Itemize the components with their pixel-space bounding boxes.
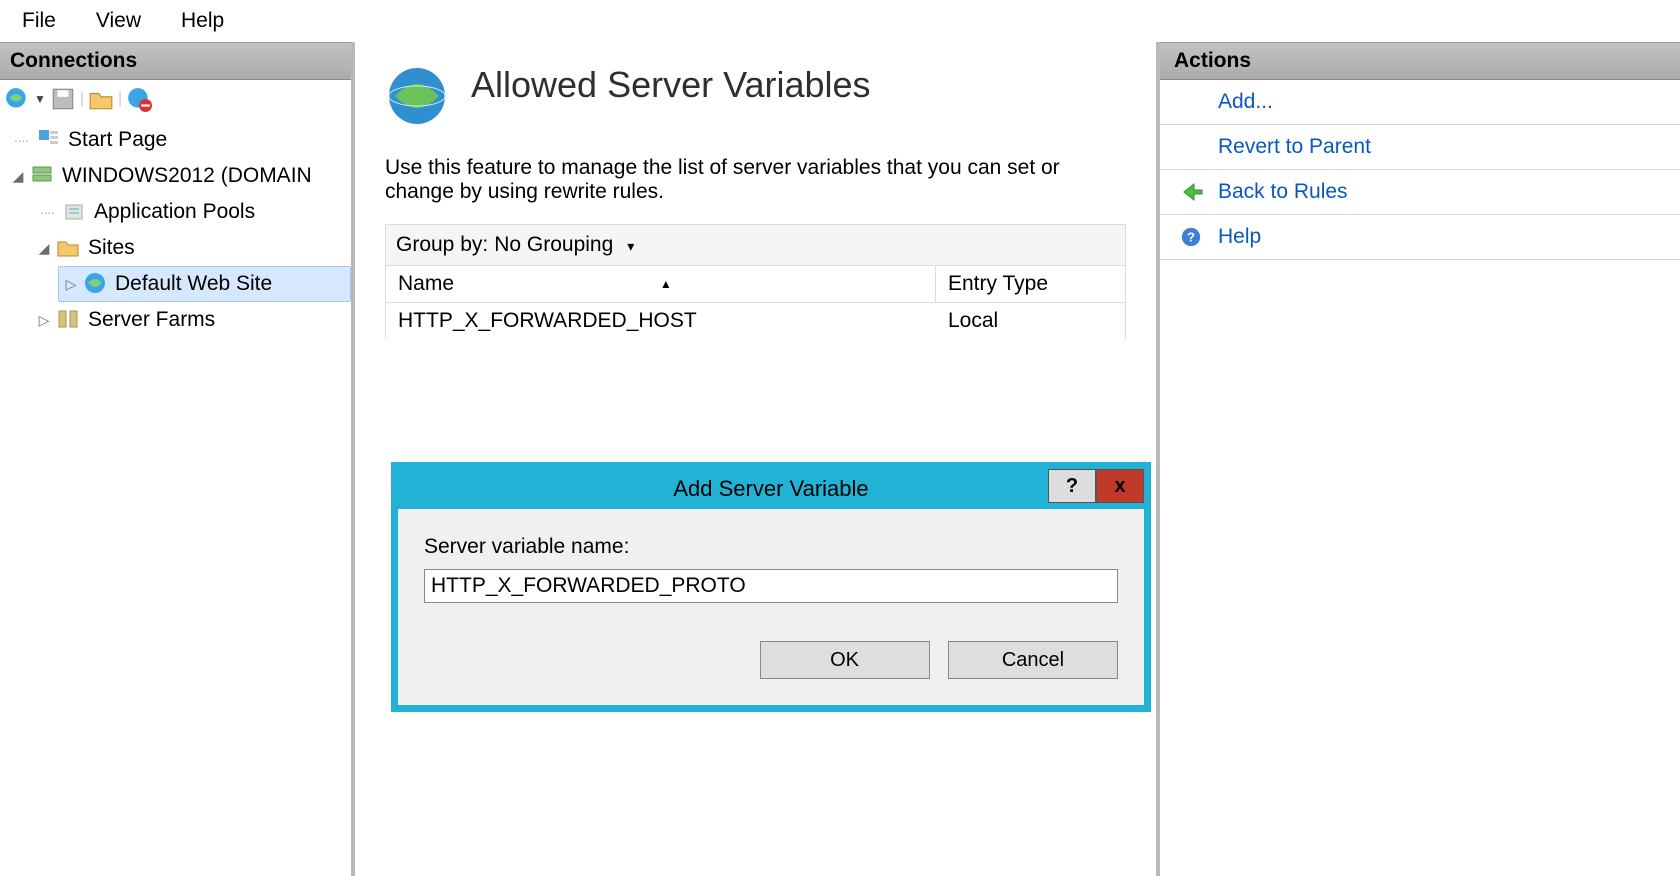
app-pools-icon <box>62 199 88 225</box>
cancel-button[interactable]: Cancel <box>948 641 1118 679</box>
sites-icon <box>56 235 82 261</box>
back-arrow-icon <box>1180 180 1206 204</box>
column-name[interactable]: Name ▲ <box>386 266 936 302</box>
tree-label: WINDOWS2012 (DOMAIN <box>62 164 312 188</box>
column-entry-type[interactable]: Entry Type <box>936 266 1125 302</box>
server-variable-name-label: Server variable name: <box>424 535 1118 559</box>
content-panel: Allowed Server Variables Use this featur… <box>355 42 1160 876</box>
group-by-bar: Group by: No Grouping▾ <box>385 224 1126 266</box>
server-variable-name-input[interactable] <box>424 569 1118 603</box>
page-description: Use this feature to manage the list of s… <box>385 156 1115 204</box>
dialog-help-button[interactable]: ? <box>1048 469 1096 503</box>
chevron-down-icon: ▾ <box>627 238 634 254</box>
tree-start-page[interactable]: ···· Start Page <box>6 122 351 158</box>
collapse-icon[interactable]: ◢ <box>6 168 30 185</box>
sort-ascending-icon: ▲ <box>660 277 672 291</box>
page-title: Allowed Server Variables <box>471 64 871 106</box>
tree-sites[interactable]: ◢ Sites <box>6 230 351 266</box>
open-icon[interactable] <box>88 86 114 112</box>
table-row[interactable]: HTTP_X_FORWARDED_HOST Local <box>386 303 1125 339</box>
tree-server[interactable]: ◢ WINDOWS2012 (DOMAIN <box>6 158 351 194</box>
menubar: File View Help <box>0 0 1680 42</box>
connections-toolbar: ▼ | | <box>0 80 351 118</box>
farm-icon <box>56 307 82 333</box>
variables-grid: Name ▲ Entry Type HTTP_X_FORWARDED_HOST … <box>385 266 1126 339</box>
help-icon: ? <box>1180 226 1206 248</box>
tree-label: Sites <box>88 236 135 260</box>
svg-text:?: ? <box>1187 230 1195 245</box>
tree-server-farms[interactable]: ▷ Server Farms <box>6 302 351 338</box>
globe-icon <box>83 271 109 297</box>
start-page-icon <box>36 127 62 153</box>
collapse-icon[interactable]: ◢ <box>32 240 56 257</box>
tree-label: Default Web Site <box>115 272 272 296</box>
menu-file[interactable]: File <box>22 9 56 33</box>
dialog-close-button[interactable]: x <box>1096 469 1144 503</box>
cell-entry-type: Local <box>936 309 1125 333</box>
expand-icon[interactable]: ▷ <box>32 312 56 329</box>
stop-icon[interactable] <box>126 86 152 112</box>
add-server-variable-dialog: Add Server Variable ? x Server variable … <box>391 462 1151 712</box>
connections-tree: ···· Start Page ◢ WINDOWS2012 (DOMAIN ··… <box>0 118 351 338</box>
dialog-title: Add Server Variable <box>673 476 868 502</box>
connections-panel: Connections ▼ | | ···· <box>0 42 355 876</box>
menu-help[interactable]: Help <box>181 9 224 33</box>
group-by-label: Group by: <box>396 233 488 257</box>
connections-header: Connections <box>0 42 351 80</box>
dropdown-arrow-icon[interactable]: ▼ <box>34 92 46 106</box>
actions-header: Actions <box>1160 42 1680 80</box>
expand-icon[interactable]: ▷ <box>59 276 83 293</box>
action-revert-to-parent[interactable]: Revert to Parent <box>1160 125 1680 170</box>
server-icon <box>30 163 56 189</box>
cell-name: HTTP_X_FORWARDED_HOST <box>386 309 936 333</box>
tree-label: Server Farms <box>88 308 215 332</box>
save-icon[interactable] <box>50 86 76 112</box>
globe-icon <box>385 64 449 128</box>
action-help[interactable]: ? Help <box>1160 215 1680 260</box>
group-by-select[interactable]: No Grouping▾ <box>494 233 634 257</box>
tree-app-pools[interactable]: ···· Application Pools <box>6 194 351 230</box>
tree-label: Application Pools <box>94 200 255 224</box>
ok-button[interactable]: OK <box>760 641 930 679</box>
action-add[interactable]: Add... <box>1160 80 1680 125</box>
tree-label: Start Page <box>68 128 167 152</box>
tree-default-web-site[interactable]: ▷ Default Web Site <box>58 266 351 302</box>
actions-panel: Actions Add... Revert to Parent Back to … <box>1160 42 1680 876</box>
action-back-to-rules[interactable]: Back to Rules <box>1160 170 1680 215</box>
dialog-titlebar[interactable]: Add Server Variable ? x <box>398 469 1144 509</box>
connect-icon[interactable] <box>4 86 30 112</box>
menu-view[interactable]: View <box>96 9 141 33</box>
